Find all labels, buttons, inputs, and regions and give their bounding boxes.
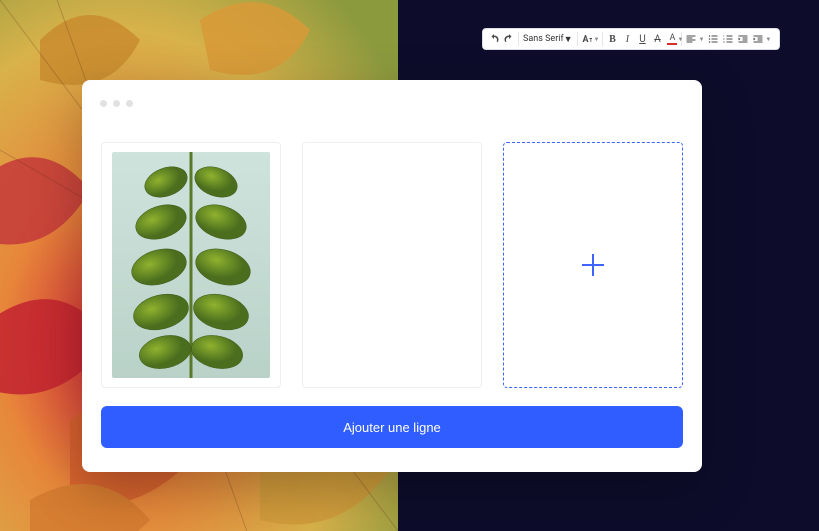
add-content-card[interactable] <box>503 142 683 388</box>
window-controls <box>100 100 133 107</box>
undo-icon[interactable] <box>487 30 501 48</box>
indent-increase-icon[interactable]: ▼ <box>751 30 772 48</box>
rich-text-toolbar: Sans Serif ▼ ▼ B I U A A ▼ ▼ 123 ▼ <box>482 28 780 50</box>
add-row-label: Ajouter une ligne <box>343 420 441 435</box>
chevron-down-icon: ▼ <box>564 34 573 45</box>
bullet-list-icon[interactable] <box>706 30 720 48</box>
window-dot <box>100 100 107 107</box>
chevron-down-icon: ▼ <box>765 36 771 43</box>
chevron-down-icon: ▼ <box>594 36 600 43</box>
font-family-label: Sans Serif <box>523 34 564 44</box>
svg-text:3: 3 <box>723 40 725 44</box>
content-card-image[interactable] <box>101 142 281 388</box>
indent-decrease-icon[interactable] <box>736 30 750 48</box>
chevron-down-icon: ▼ <box>698 36 704 43</box>
content-row <box>101 142 683 388</box>
plus-icon <box>582 254 604 276</box>
font-family-select[interactable]: Sans Serif ▼ <box>521 34 575 45</box>
chevron-down-icon: ▼ <box>677 36 683 43</box>
add-row-button[interactable]: Ajouter une ligne <box>101 406 683 448</box>
strikethrough-icon[interactable]: A <box>650 30 664 48</box>
align-icon[interactable]: ▼ <box>684 30 705 48</box>
window-dot <box>113 100 120 107</box>
italic-icon[interactable]: I <box>620 30 634 48</box>
editor-window: Ajouter une ligne <box>82 80 702 472</box>
window-dot <box>126 100 133 107</box>
underline-icon[interactable]: U <box>635 30 649 48</box>
text-color-icon[interactable]: A ▼ <box>665 30 679 48</box>
card-image <box>112 152 270 378</box>
numbered-list-icon[interactable]: 123 <box>721 30 735 48</box>
redo-icon[interactable] <box>502 30 516 48</box>
content-card-empty[interactable] <box>302 142 482 388</box>
font-size-icon[interactable]: ▼ <box>580 30 601 48</box>
bold-icon[interactable]: B <box>605 30 619 48</box>
